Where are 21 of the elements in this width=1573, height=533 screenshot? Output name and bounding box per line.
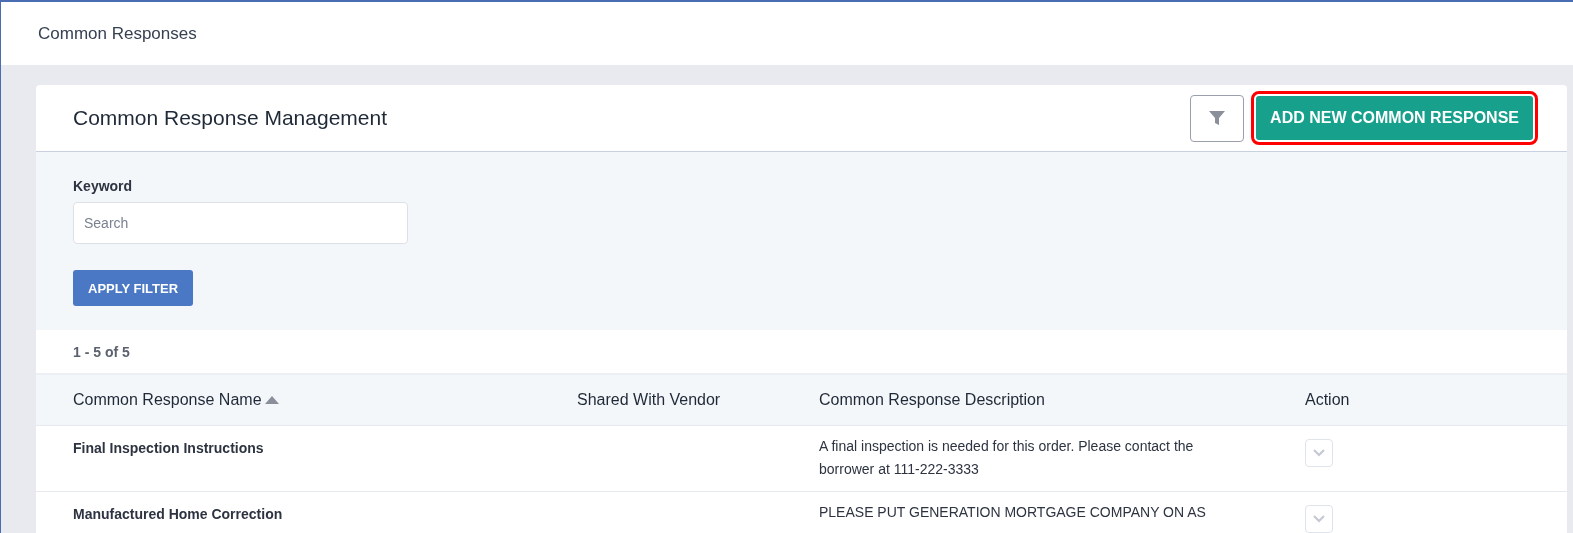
column-header[interactable]: Common Response Description — [819, 391, 1305, 409]
table-cell-text: A final inspection is needed for this order. Please contact the borrower at 111-222-3333 — [819, 437, 1195, 479]
column-header[interactable]: Action — [1305, 391, 1567, 409]
chevron-icon — [1313, 449, 1325, 457]
sort-icon — [264, 396, 279, 404]
result-count: 1 - 5 of 5 — [73, 343, 130, 360]
column-header[interactable]: Common Response Name — [73, 391, 577, 409]
card-title: Common Response Management — [73, 106, 388, 130]
apply-filter-button[interactable]: APPLY FILTER — [73, 270, 194, 306]
filter-icon — [1208, 109, 1227, 127]
field-label: Keyword — [73, 178, 134, 194]
action-dropdown[interactable] — [1305, 439, 1333, 467]
table-cell: Final Inspection Instructions — [73, 440, 264, 456]
table-cell-text: PLEASE PUT GENERATION MORTGAGE COMPANY ON AS — [819, 503, 1207, 522]
search-field[interactable]: Search — [73, 202, 408, 244]
chevron-icon — [1313, 515, 1325, 523]
table-cell: Manufactured Home Correction — [73, 506, 283, 522]
filter-button[interactable] — [1190, 94, 1245, 142]
action-dropdown[interactable] — [1305, 505, 1333, 533]
page-title: Common Responses — [38, 23, 197, 44]
column-header[interactable]: Shared With Vendor — [577, 391, 819, 409]
